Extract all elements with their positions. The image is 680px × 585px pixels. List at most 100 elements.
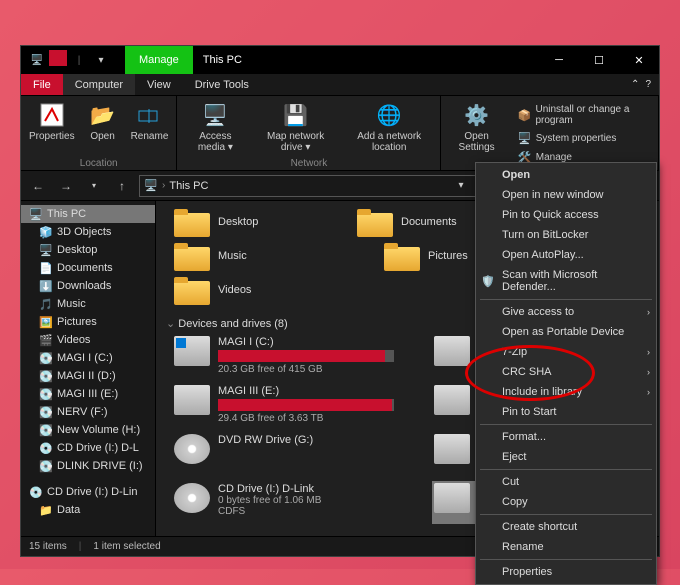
ctx-create-shortcut[interactable]: Create shortcut — [476, 517, 656, 537]
ctx-open[interactable]: Open — [476, 165, 656, 185]
minimize-button[interactable]: ─ — [539, 46, 579, 74]
ctx-cut[interactable]: Cut — [476, 472, 656, 492]
ctx-separator — [480, 424, 652, 425]
sidebar-data[interactable]: 📁Data — [21, 501, 155, 519]
cube-icon: 🧊 — [39, 225, 53, 239]
sidebar-documents[interactable]: 📄Documents — [21, 259, 155, 277]
open-folder-icon: 📂 — [88, 100, 118, 130]
ctx-eject[interactable]: Eject — [476, 447, 656, 467]
ctx-crc-sha[interactable]: CRC SHA› — [476, 362, 656, 382]
ctx-separator — [480, 299, 652, 300]
computer-tab[interactable]: Computer — [63, 74, 135, 95]
sidebar-desktop[interactable]: 🖥️Desktop — [21, 241, 155, 259]
ctx-include-library[interactable]: Include in library› — [476, 382, 656, 402]
recent-dropdown[interactable]: ▾ — [83, 175, 105, 197]
media-icon: 🖥️ — [200, 100, 230, 130]
folder-music[interactable]: Music — [174, 241, 314, 271]
drive-magi3[interactable]: MAGI III (E:)29.4 GB free of 3.63 TB — [174, 385, 394, 424]
sidebar-magi3[interactable]: 💽MAGI III (E:) — [21, 385, 155, 403]
display-icon: 🖥️ — [518, 131, 532, 145]
address-bar[interactable]: 🖥️ › This PC ▾ ⟳ — [139, 175, 497, 197]
app-icon[interactable]: 🖥️ — [27, 50, 47, 70]
ctx-copy[interactable]: Copy — [476, 492, 656, 512]
folder-icon — [357, 207, 393, 237]
ctx-pin-quick-access[interactable]: Pin to Quick access — [476, 205, 656, 225]
open-button[interactable]: 📂 Open — [83, 98, 123, 157]
ribbon-collapse-button[interactable]: ⌃ ? — [623, 74, 659, 95]
drive-icon: 💽 — [39, 369, 53, 383]
rename-button[interactable]: Rename — [127, 98, 173, 157]
map-drive-button[interactable]: 💾 Map network drive ▾ — [253, 98, 338, 157]
document-icon: 📄 — [39, 261, 53, 275]
cd-icon: 💿 — [39, 441, 53, 455]
ctx-open-new-window[interactable]: Open in new window — [476, 185, 656, 205]
ribbon: Properties 📂 Open Rename Location 🖥️ Acc… — [21, 96, 659, 171]
ctx-format[interactable]: Format... — [476, 427, 656, 447]
drive-icon — [174, 336, 210, 366]
qat-divider: | — [69, 50, 89, 70]
drive-cd[interactable]: CD Drive (I:) D-Link0 bytes free of 1.06… — [174, 483, 394, 522]
access-media-button[interactable]: 🖥️ Access media ▾ — [181, 98, 249, 157]
up-button[interactable]: ↑ — [111, 175, 133, 197]
sidebar-music[interactable]: 🎵Music — [21, 295, 155, 313]
properties-button[interactable]: Properties — [25, 98, 79, 157]
navigation-pane[interactable]: 🖥️This PC 🧊3D Objects 🖥️Desktop 📄Documen… — [21, 201, 156, 536]
manage-context-tab[interactable]: Manage — [125, 46, 193, 74]
drive-tools-tab[interactable]: Drive Tools — [183, 74, 261, 95]
desktop-icon: 🖥️ — [39, 243, 53, 257]
back-button[interactable]: ← — [27, 175, 49, 197]
quick-access-icon[interactable] — [49, 50, 67, 66]
forward-button[interactable]: → — [55, 175, 77, 197]
rename-icon — [134, 100, 164, 130]
ctx-rename[interactable]: Rename — [476, 537, 656, 557]
folder-icon: 📁 — [39, 503, 53, 517]
ctx-7zip[interactable]: 7-Zip› — [476, 342, 656, 362]
qat-dropdown-icon[interactable]: ▾ — [91, 50, 111, 70]
ctx-give-access[interactable]: Give access to› — [476, 302, 656, 322]
view-tab[interactable]: View — [135, 74, 183, 95]
sidebar-downloads[interactable]: ⬇️Downloads — [21, 277, 155, 295]
cd-icon — [174, 483, 210, 513]
ctx-pin-start[interactable]: Pin to Start — [476, 402, 656, 422]
dvd-icon — [174, 434, 210, 464]
drive-icon — [434, 434, 470, 464]
ctx-defender[interactable]: 🛡️Scan with Microsoft Defender... — [476, 265, 656, 297]
location-group-label: Location — [25, 157, 172, 170]
ctx-autoplay[interactable]: Open AutoPlay... — [476, 245, 656, 265]
ctx-bitlocker[interactable]: Turn on BitLocker — [476, 225, 656, 245]
sidebar-magi2[interactable]: 💽MAGI II (D:) — [21, 367, 155, 385]
folder-icon — [174, 275, 210, 305]
drive-magi1[interactable]: MAGI I (C:)20.3 GB free of 415 GB — [174, 336, 394, 375]
uninstall-button[interactable]: 📦Uninstall or change a program — [518, 102, 648, 128]
box-icon: 📦 — [518, 108, 532, 122]
system-properties-button[interactable]: 🖥️System properties — [518, 129, 648, 147]
folder-documents[interactable]: Documents — [357, 207, 470, 237]
sidebar-cd-drive-2[interactable]: 💿CD Drive (I:) D-Lin — [21, 483, 155, 501]
sidebar-videos[interactable]: 🎬Videos — [21, 331, 155, 349]
address-dropdown-icon[interactable]: ▾ — [452, 177, 470, 195]
pc-icon: 🖥️ — [144, 179, 158, 193]
sidebar-pictures[interactable]: 🖼️Pictures — [21, 313, 155, 331]
sidebar-dlink[interactable]: 💽DLINK DRIVE (I:) — [21, 457, 155, 475]
file-tab[interactable]: File — [21, 74, 63, 95]
shield-icon: 🛡️ — [480, 273, 496, 289]
drive-dvd[interactable]: DVD RW Drive (G:) — [174, 434, 394, 473]
add-network-button[interactable]: 🌐 Add a network location — [342, 98, 437, 157]
open-settings-button[interactable]: ⚙️ Open Settings — [445, 98, 507, 166]
sidebar-nerv[interactable]: 💽NERV (F:) — [21, 403, 155, 421]
sidebar-magi1[interactable]: 💽MAGI I (C:) — [21, 349, 155, 367]
sidebar-this-pc[interactable]: 🖥️This PC — [21, 205, 155, 223]
folder-desktop[interactable]: Desktop — [174, 207, 287, 237]
close-button[interactable]: ✕ — [619, 46, 659, 74]
ctx-properties[interactable]: Properties — [476, 562, 656, 582]
maximize-button[interactable]: ☐ — [579, 46, 619, 74]
sidebar-3d-objects[interactable]: 🧊3D Objects — [21, 223, 155, 241]
item-count: 15 items — [29, 541, 67, 552]
drive-icon — [434, 336, 470, 366]
sidebar-new-volume[interactable]: 💽New Volume (H:) — [21, 421, 155, 439]
ctx-portable-device[interactable]: Open as Portable Device — [476, 322, 656, 342]
chevron-right-icon: › — [647, 347, 650, 357]
drive-icon — [174, 385, 210, 415]
sidebar-cd-drive[interactable]: 💿CD Drive (I:) D-L — [21, 439, 155, 457]
folder-videos[interactable]: Videos — [174, 275, 314, 305]
